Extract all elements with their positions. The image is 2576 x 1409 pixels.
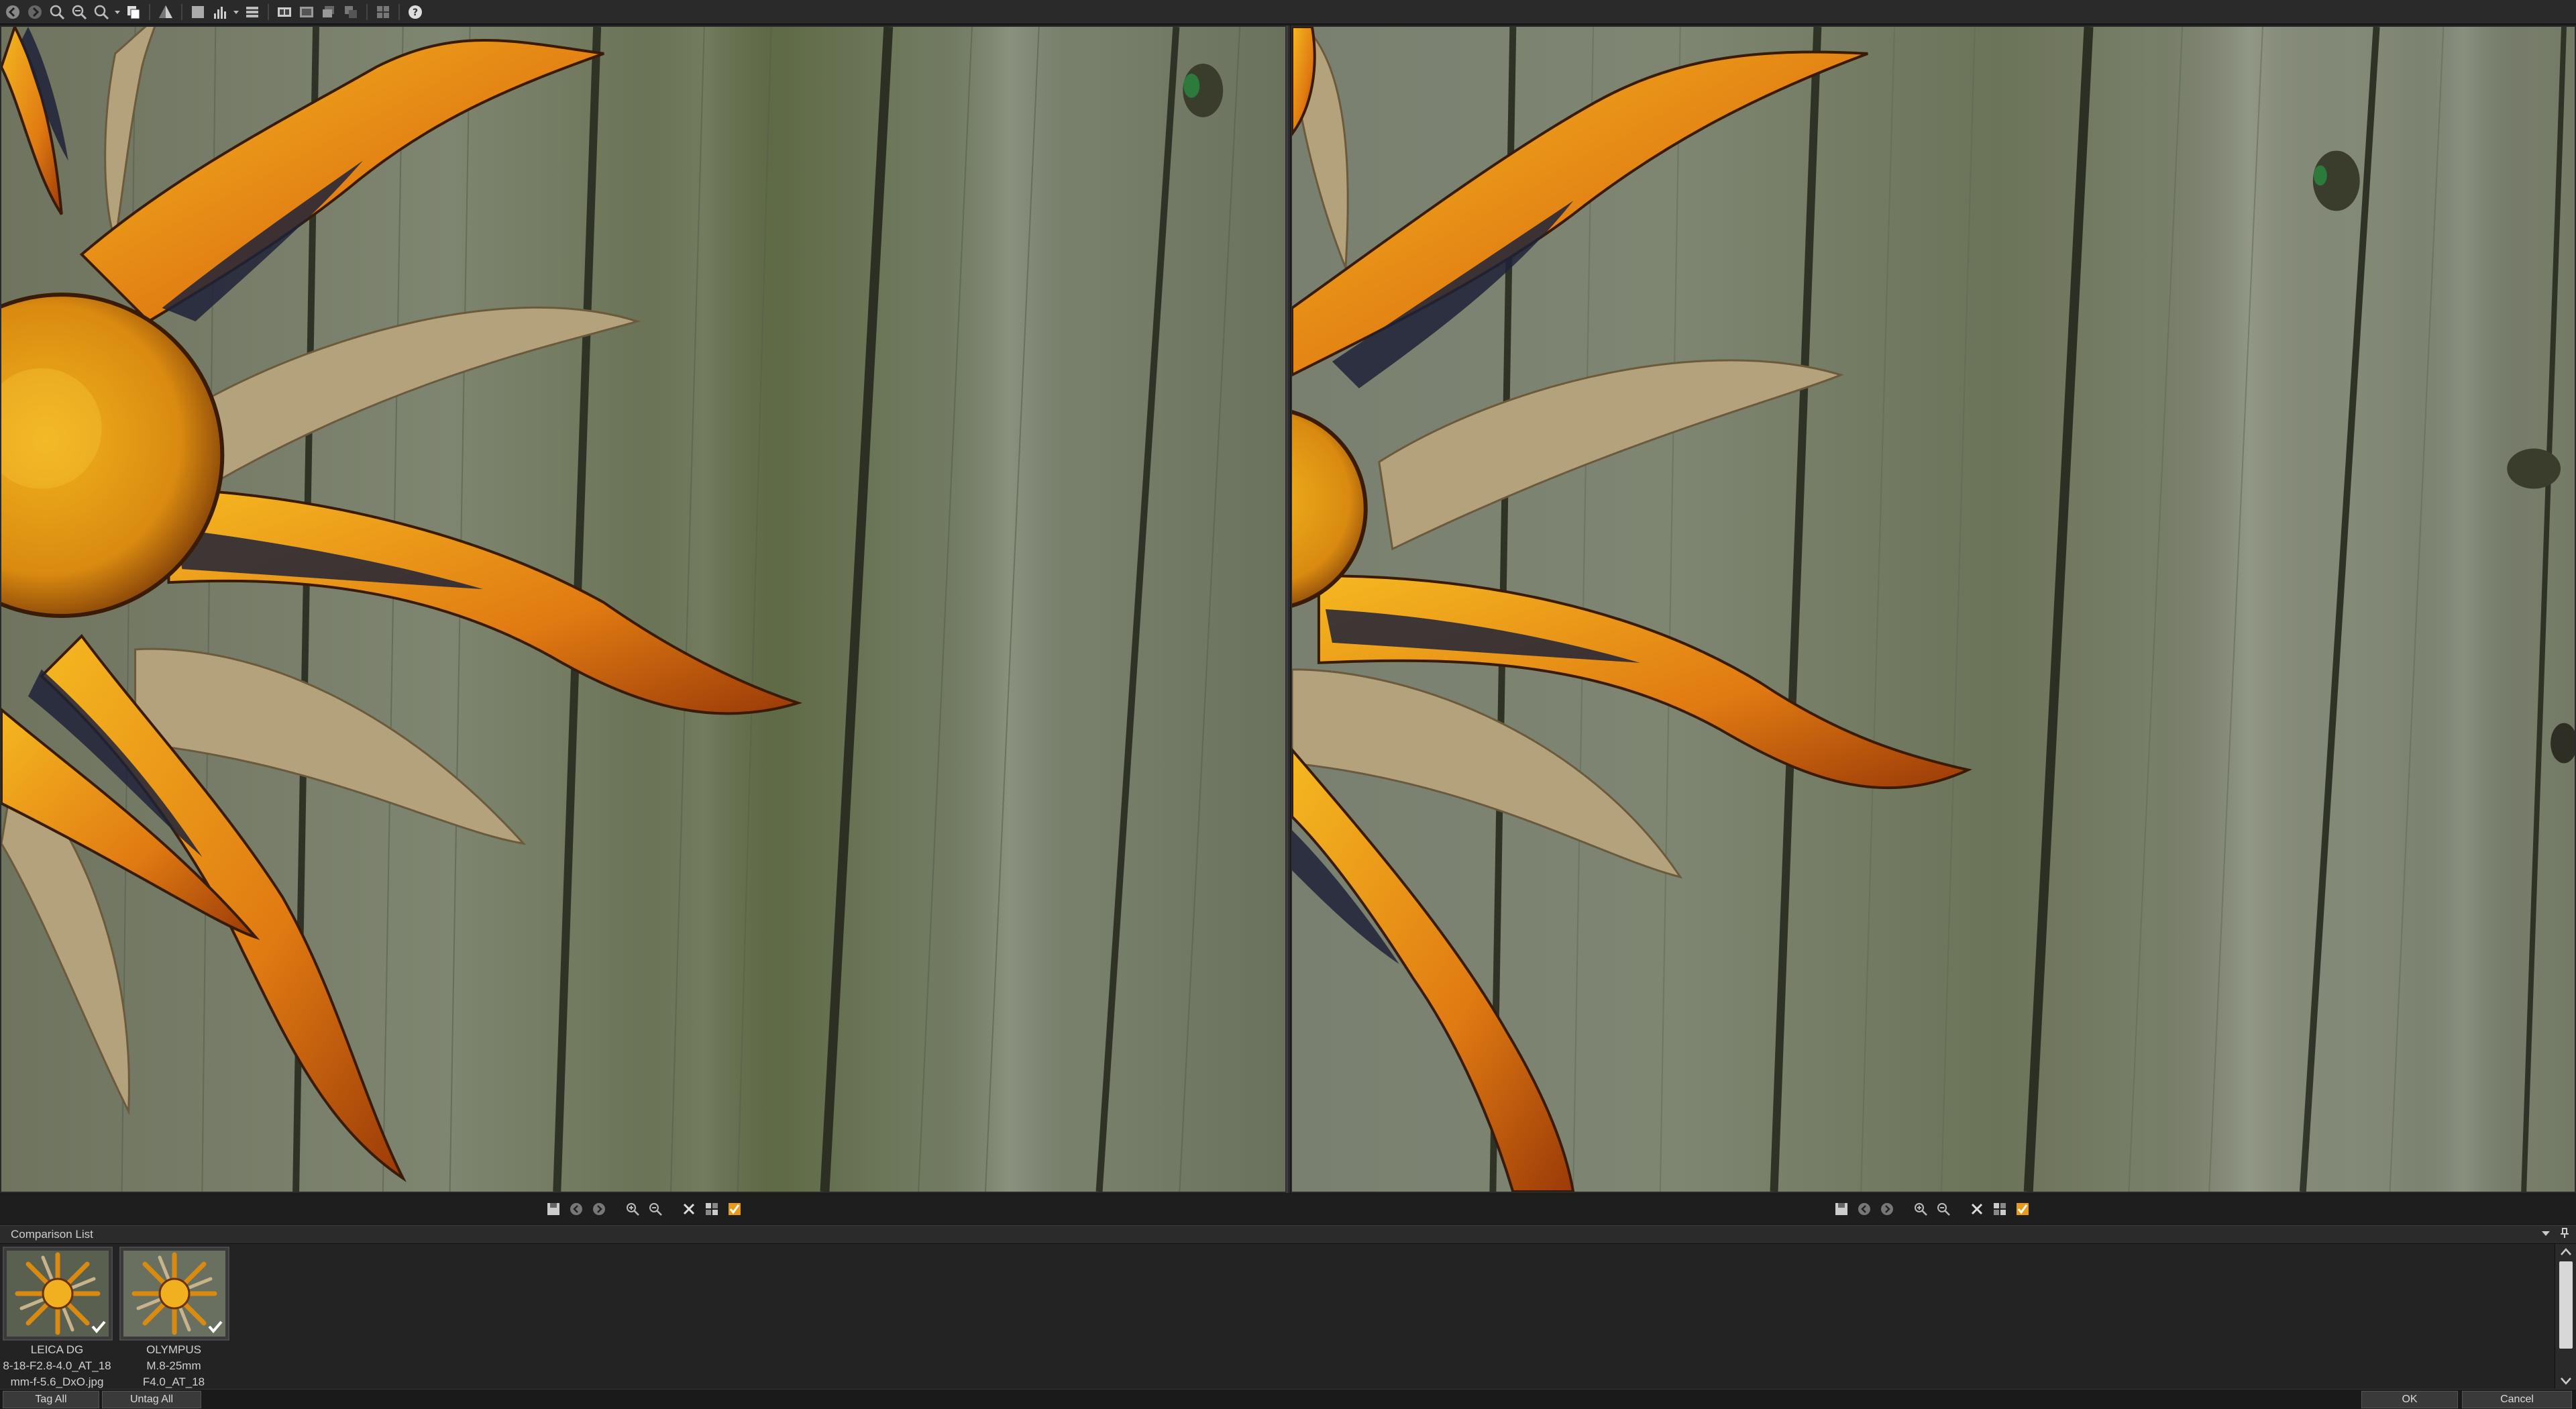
thumbnail[interactable] bbox=[119, 1247, 229, 1341]
list-item[interactable]: LEICA DG 8-18-F2.8-4.0_AT_18 mm-f-5.6_Dx… bbox=[0, 1244, 114, 1389]
film-icon[interactable] bbox=[274, 2, 294, 22]
zoom-dropdown-icon[interactable] bbox=[113, 2, 121, 22]
label-line: OLYMPUS bbox=[146, 1343, 201, 1356]
label-line: F4.0_AT_18 bbox=[142, 1375, 205, 1388]
check-icon[interactable] bbox=[90, 1318, 107, 1335]
thumbnail[interactable] bbox=[3, 1247, 113, 1341]
square-icon[interactable] bbox=[188, 2, 208, 22]
left-photo-sun-on-wood bbox=[1, 27, 1285, 1192]
zoom-in-icon[interactable] bbox=[69, 2, 89, 22]
tag-all-button[interactable]: Tag All bbox=[3, 1391, 99, 1408]
comparison-list: LEICA DG 8-18-F2.8-4.0_AT_18 mm-f-5.6_Dx… bbox=[0, 1244, 2555, 1389]
zoom-out-icon[interactable] bbox=[1934, 1200, 1953, 1218]
zoom-fit-icon[interactable] bbox=[47, 2, 67, 22]
zoom-out-icon[interactable] bbox=[91, 2, 111, 22]
prev-icon[interactable] bbox=[567, 1200, 586, 1218]
label-line: M.8-25mm bbox=[146, 1359, 201, 1372]
grid-icon[interactable] bbox=[702, 1200, 721, 1218]
forward-icon[interactable] bbox=[25, 2, 45, 22]
menu-icon[interactable] bbox=[242, 2, 262, 22]
layers-icon[interactable] bbox=[341, 2, 361, 22]
label-line: mm-f-5.6_DxO.jpg bbox=[10, 1375, 104, 1388]
thumbnail-label: LEICA DG 8-18-F2.8-4.0_AT_18 mm-f-5.6_Dx… bbox=[0, 1342, 114, 1390]
left-image-pane[interactable] bbox=[0, 25, 1287, 1193]
sharpen-icon[interactable] bbox=[156, 2, 176, 22]
close-icon[interactable] bbox=[680, 1200, 698, 1218]
list-item[interactable]: OLYMPUS M.8-25mm F4.0_AT_18 bbox=[117, 1244, 231, 1389]
label-line: 8-18-F2.8-4.0_AT_18 bbox=[3, 1359, 111, 1372]
copy-icon[interactable] bbox=[123, 2, 144, 22]
scroll-up-icon[interactable] bbox=[2559, 1247, 2573, 1257]
toolbar-divider bbox=[398, 3, 400, 20]
toolbar-divider bbox=[181, 3, 182, 20]
right-pane-toolbar bbox=[1288, 1194, 2576, 1224]
scroll-thumb[interactable] bbox=[2559, 1261, 2573, 1349]
untag-all-button[interactable]: Untag All bbox=[102, 1391, 201, 1408]
toolbar-divider bbox=[366, 3, 368, 20]
help-icon[interactable]: ? bbox=[405, 2, 425, 22]
grid-icon[interactable] bbox=[1990, 1200, 2009, 1218]
zoom-in-icon[interactable] bbox=[623, 1200, 642, 1218]
list-scrollbar[interactable] bbox=[2555, 1244, 2576, 1389]
tag-checkbox-icon[interactable] bbox=[725, 1200, 744, 1218]
save-icon[interactable] bbox=[1832, 1200, 1851, 1218]
comparison-list-header: Comparison List bbox=[0, 1225, 2576, 1244]
zoom-in-icon[interactable] bbox=[1911, 1200, 1930, 1218]
compare-icon[interactable] bbox=[297, 2, 317, 22]
thumbnail-label: OLYMPUS M.8-25mm F4.0_AT_18 bbox=[117, 1342, 231, 1390]
grid-icon[interactable] bbox=[373, 2, 393, 22]
bottom-button-bar: Tag All Untag All OK Cancel bbox=[0, 1389, 2576, 1409]
stack-icon[interactable] bbox=[319, 2, 339, 22]
cancel-button[interactable]: Cancel bbox=[2462, 1391, 2572, 1408]
collapse-icon[interactable] bbox=[2540, 1227, 2552, 1243]
check-icon[interactable] bbox=[207, 1318, 224, 1335]
next-icon[interactable] bbox=[590, 1200, 608, 1218]
prev-icon[interactable] bbox=[1855, 1200, 1874, 1218]
label-line: LEICA DG bbox=[30, 1343, 84, 1356]
main-toolbar: ? bbox=[0, 0, 2576, 24]
right-photo-sun-on-wood bbox=[1292, 27, 2575, 1192]
right-image-pane[interactable] bbox=[1291, 25, 2576, 1193]
svg-text:?: ? bbox=[413, 7, 418, 18]
histogram-dropdown-icon[interactable] bbox=[232, 2, 240, 22]
toolbar-divider bbox=[268, 3, 269, 20]
toolbar-divider bbox=[149, 3, 150, 20]
next-icon[interactable] bbox=[1878, 1200, 1896, 1218]
histogram-icon[interactable] bbox=[210, 2, 230, 22]
save-icon[interactable] bbox=[544, 1200, 563, 1218]
close-icon[interactable] bbox=[1968, 1200, 1986, 1218]
zoom-out-icon[interactable] bbox=[646, 1200, 665, 1218]
ok-button[interactable]: OK bbox=[2361, 1391, 2458, 1408]
comparison-list-title: Comparison List bbox=[11, 1228, 93, 1241]
pin-icon[interactable] bbox=[2559, 1227, 2571, 1243]
back-icon[interactable] bbox=[3, 2, 23, 22]
tag-checkbox-icon[interactable] bbox=[2013, 1200, 2032, 1218]
scroll-down-icon[interactable] bbox=[2559, 1375, 2573, 1386]
left-pane-toolbar bbox=[0, 1194, 1288, 1224]
